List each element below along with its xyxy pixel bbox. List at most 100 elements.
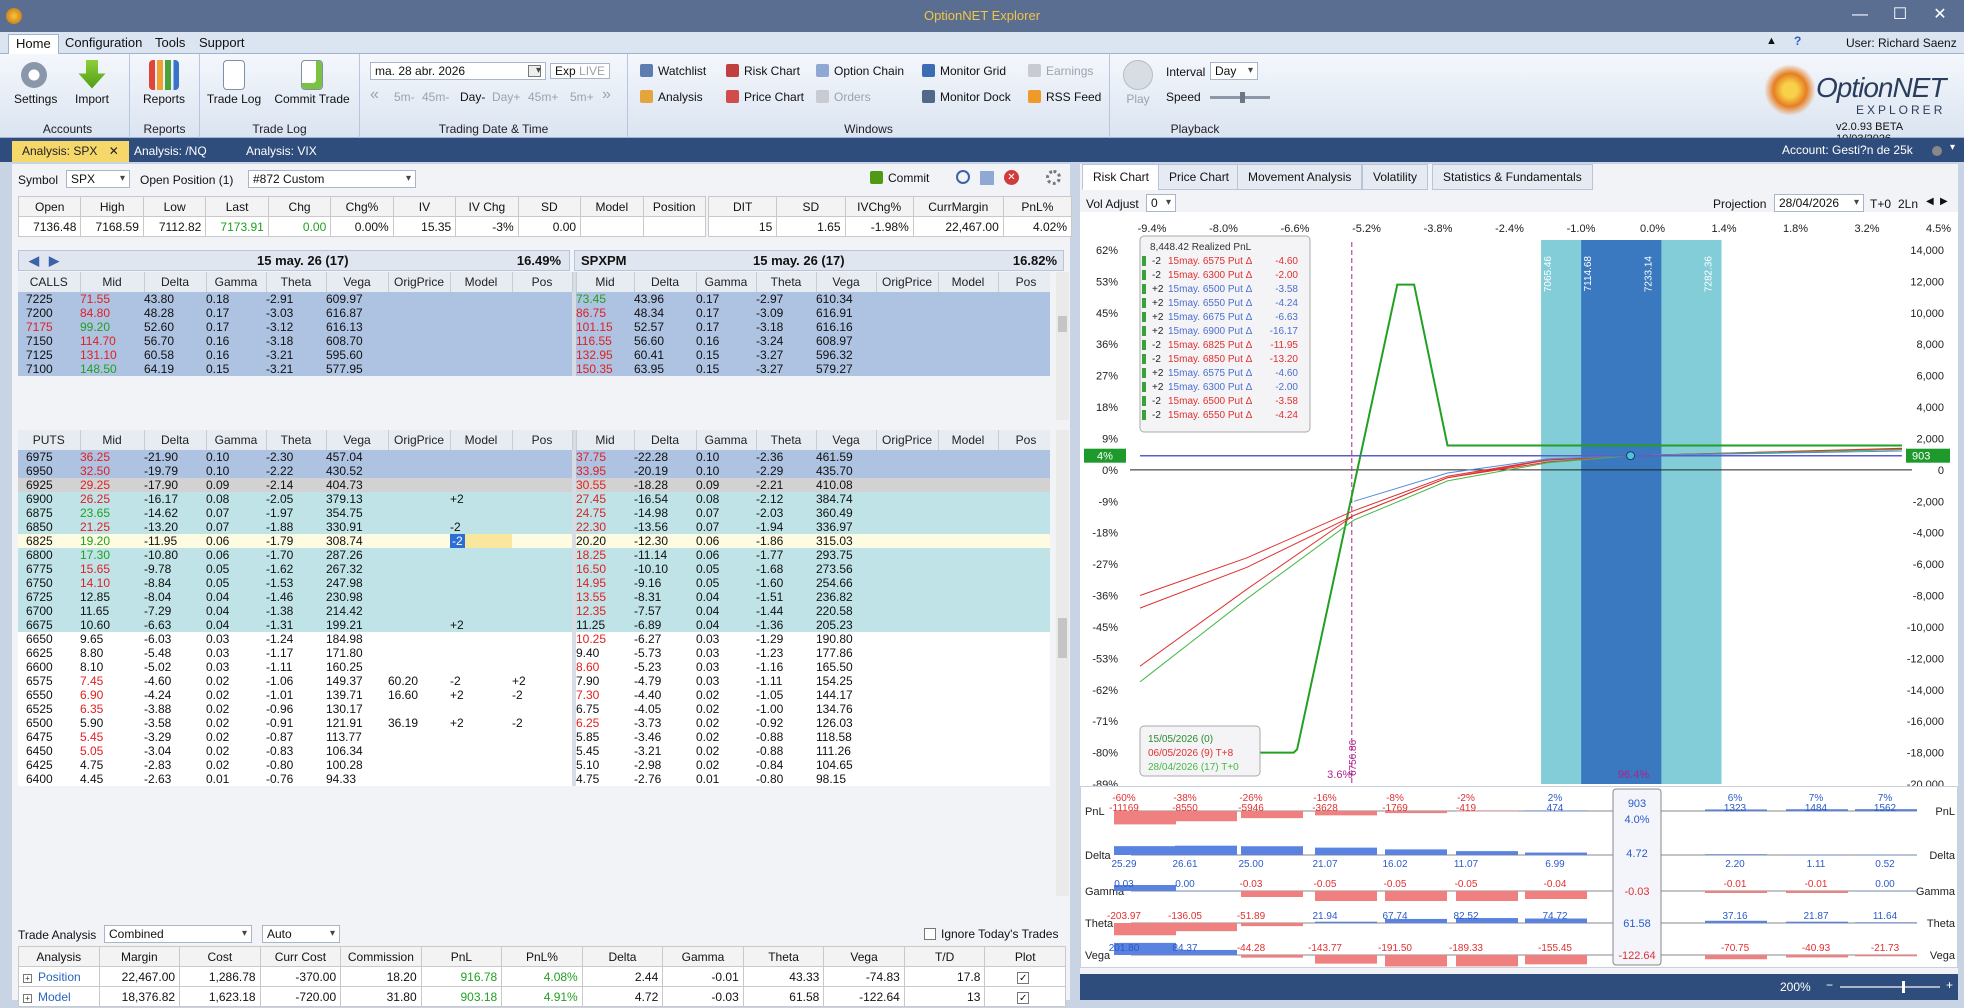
position-select[interactable]: #872 Custom <box>248 170 416 188</box>
model[interactable]: -2 <box>450 534 512 548</box>
model[interactable] <box>450 660 512 674</box>
put-row[interactable]: 6775 15.65 -9.78 0.05 -1.62 267.32 16.50 -10.10… <box>18 562 1050 576</box>
model[interactable] <box>450 334 512 348</box>
put-row[interactable]: 6850 21.25 -13.20 0.07 -1.88 330.91 -2 22.30 -13… <box>18 520 1050 534</box>
model[interactable]: -2 <box>450 520 512 534</box>
price-chart-button[interactable]: Price Chart <box>726 90 804 104</box>
ta-name[interactable]: + Model <box>18 986 100 1007</box>
monitor-dock-button[interactable]: Monitor Dock <box>922 90 1011 104</box>
model[interactable] <box>450 306 512 320</box>
monitor-grid-button[interactable]: Monitor Grid <box>922 64 1006 78</box>
put-row[interactable]: 6800 17.30 -10.80 0.06 -1.70 287.26 18.25 -11.1… <box>18 548 1050 562</box>
speed-slider[interactable] <box>1210 92 1270 103</box>
model[interactable] <box>450 450 512 464</box>
tab-analysis-vix[interactable]: Analysis: VIX <box>236 141 327 162</box>
model[interactable]: -2 <box>450 674 512 688</box>
menu-configuration[interactable]: Configuration <box>58 34 149 54</box>
model[interactable] <box>450 320 512 334</box>
call-row[interactable]: 7125 131.10 60.58 0.16 -3.21 595.60 132.95 60.4… <box>18 348 1050 362</box>
risk-chart-button[interactable]: Risk Chart <box>726 64 800 78</box>
orders-button[interactable]: Orders <box>816 90 871 104</box>
maximize-button[interactable]: ☐ <box>1880 0 1920 32</box>
plot-checkbox[interactable]: ✓ <box>984 966 1066 987</box>
commit-trade-button[interactable]: Commit Trade <box>270 60 354 106</box>
projection-next-icon[interactable]: ▶ <box>1940 196 1948 207</box>
trade-log-button[interactable]: Trade Log <box>204 60 264 106</box>
put-row[interactable]: 6625 8.80 -5.48 0.03 -1.17 171.80 9.40 -5.73 0.0… <box>18 646 1050 660</box>
model[interactable] <box>450 362 512 376</box>
put-row[interactable]: 6425 4.75 -2.83 0.02 -0.80 100.28 5.10 -2.98 0.0… <box>18 758 1050 772</box>
model[interactable] <box>450 576 512 590</box>
rss-feed-button[interactable]: RSS Feed <box>1028 90 1101 104</box>
analysis-button[interactable]: Analysis <box>640 90 703 104</box>
plot-checkbox[interactable]: ✓ <box>984 986 1066 1007</box>
close-window-button[interactable]: ✕ <box>1920 0 1960 32</box>
tab-analysis-spx[interactable]: Analysis: SPX ✕ <box>12 141 129 162</box>
zoom-out-icon[interactable]: − <box>1826 978 1833 992</box>
model[interactable] <box>450 562 512 576</box>
put-row[interactable]: 6400 4.45 -2.63 0.01 -0.76 94.33 4.75 -2.76 0.01… <box>18 772 1050 786</box>
call-row[interactable]: 7225 71.55 43.80 0.18 -2.91 609.97 73.45 43.96 0… <box>18 292 1050 306</box>
expand-icon[interactable]: + <box>23 973 32 983</box>
risk-chart[interactable]: 7065.46 7114.68 7233.14 7282.36 62% 53% 45% 36%… <box>1080 212 1958 832</box>
earnings-button[interactable]: Earnings <box>1028 64 1093 78</box>
put-row[interactable]: 6875 23.65 -14.62 0.07 -1.97 354.75 24.75 -14.9… <box>18 506 1050 520</box>
call-row[interactable]: 7175 99.20 52.60 0.17 -3.12 616.13 101.15 52.57… <box>18 320 1050 334</box>
check-icon[interactable]: ✓ <box>1017 971 1030 984</box>
play-button[interactable]: Play <box>1116 60 1160 106</box>
settings-gear-icon[interactable] <box>1046 170 1061 185</box>
zoom-slider[interactable] <box>1840 981 1940 993</box>
put-row[interactable]: 6750 14.10 -8.84 0.05 -1.53 247.98 14.95 -9.16 0… <box>18 576 1050 590</box>
tab-volatility[interactable]: Volatility <box>1362 164 1429 190</box>
grid-icon[interactable] <box>980 171 994 185</box>
import-button[interactable]: Import <box>72 60 112 106</box>
expand-icon[interactable]: + <box>23 993 32 1003</box>
collapse-ribbon-icon[interactable]: ▲ <box>1766 35 1777 47</box>
step-45m-forward[interactable]: 45m+ <box>528 90 558 104</box>
model[interactable]: +2 <box>450 716 512 730</box>
tab-price-chart[interactable]: Price Chart <box>1158 164 1241 190</box>
put-row[interactable]: 6925 29.25 -17.90 0.09 -2.14 404.73 30.55 -18.2… <box>18 478 1050 492</box>
check-icon[interactable]: ✓ <box>1017 991 1030 1004</box>
put-row[interactable]: 6700 11.65 -7.29 0.04 -1.38 214.42 12.35 -7.57 0… <box>18 604 1050 618</box>
put-row[interactable]: 6500 5.90 -3.58 0.02 -0.91 121.91 36.19 +2 -2 6.2… <box>18 716 1050 730</box>
put-row[interactable]: 6475 5.45 -3.29 0.02 -0.87 113.77 5.85 -3.46 0.0… <box>18 730 1050 744</box>
model[interactable] <box>450 478 512 492</box>
help-icon[interactable]: ? <box>1794 34 1801 48</box>
step-5m-back[interactable]: 5m- <box>394 90 415 104</box>
model[interactable] <box>450 604 512 618</box>
model[interactable]: +2 <box>450 492 512 506</box>
tab-analysis-nq[interactable]: Analysis: /NQ <box>124 141 217 162</box>
puts-scrollbar[interactable] <box>1056 430 1069 896</box>
vol-adjust-input[interactable]: 0 <box>1146 194 1176 212</box>
model[interactable] <box>450 506 512 520</box>
model[interactable] <box>450 348 512 362</box>
watchlist-button[interactable]: Watchlist <box>640 64 706 78</box>
model[interactable] <box>450 758 512 772</box>
put-row[interactable]: 6575 7.45 -4.60 0.02 -1.06 149.37 60.20 -2 +2 7.9… <box>18 674 1050 688</box>
put-row[interactable]: 6650 9.65 -6.03 0.03 -1.24 184.98 10.25 -6.27 0.… <box>18 632 1050 646</box>
prev-expiry-icon[interactable]: ◀ <box>29 251 39 271</box>
model[interactable] <box>450 632 512 646</box>
auto-select[interactable]: Auto <box>262 925 340 943</box>
symbol-select[interactable]: SPX <box>66 170 130 188</box>
calls-scrollbar[interactable] <box>1056 272 1069 420</box>
menu-tools[interactable]: Tools <box>148 34 192 54</box>
model[interactable] <box>450 730 512 744</box>
put-row[interactable]: 6975 36.25 -21.90 0.10 -2.30 457.04 37.75 -22.2… <box>18 450 1050 464</box>
model[interactable] <box>450 772 512 786</box>
model-edit-cell[interactable]: -2 <box>450 534 465 548</box>
step-day-forward[interactable]: Day+ <box>492 90 520 104</box>
put-row[interactable]: 6900 26.25 -16.17 0.08 -2.05 379.13 +2 27.45 -16… <box>18 492 1050 506</box>
zoom-thumb[interactable] <box>1902 981 1905 993</box>
ta-row[interactable]: + Position 22,467.00 1,286.78 -370.00 18.20 91… <box>18 966 1066 987</box>
put-row[interactable]: 6550 6.90 -4.24 0.02 -1.01 139.71 16.60 +2 -2 7.3… <box>18 688 1050 702</box>
step-back-double-icon[interactable]: « <box>370 86 379 104</box>
step-day-back[interactable]: Day- <box>460 90 485 104</box>
trading-date-picker[interactable]: ma. 28 abr. 2026 <box>370 62 546 80</box>
projection-date-select[interactable]: 28/04/2026 <box>1774 194 1864 212</box>
tab-statistics[interactable]: Statistics & Fundamentals <box>1432 164 1593 190</box>
tab-movement-analysis[interactable]: Movement Analysis <box>1237 164 1363 190</box>
option-chain-button[interactable]: Option Chain <box>816 64 904 78</box>
put-row[interactable]: 6675 10.60 -6.63 0.04 -1.31 199.21 +2 11.25 -6.8… <box>18 618 1050 632</box>
